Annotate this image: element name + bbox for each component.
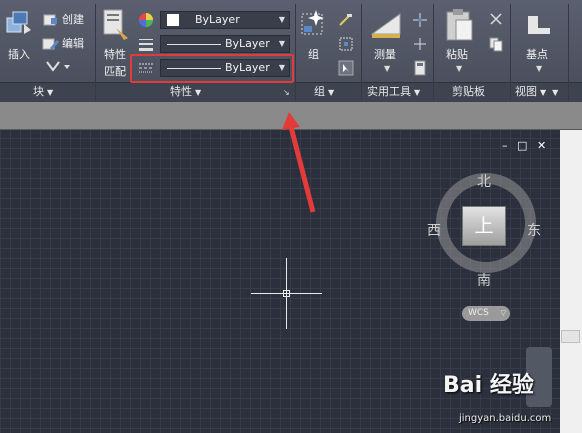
baidu-watermark-url: jingyan.baidu.com: [459, 413, 552, 424]
baidu-watermark-logo: Bai 经验: [443, 373, 534, 398]
